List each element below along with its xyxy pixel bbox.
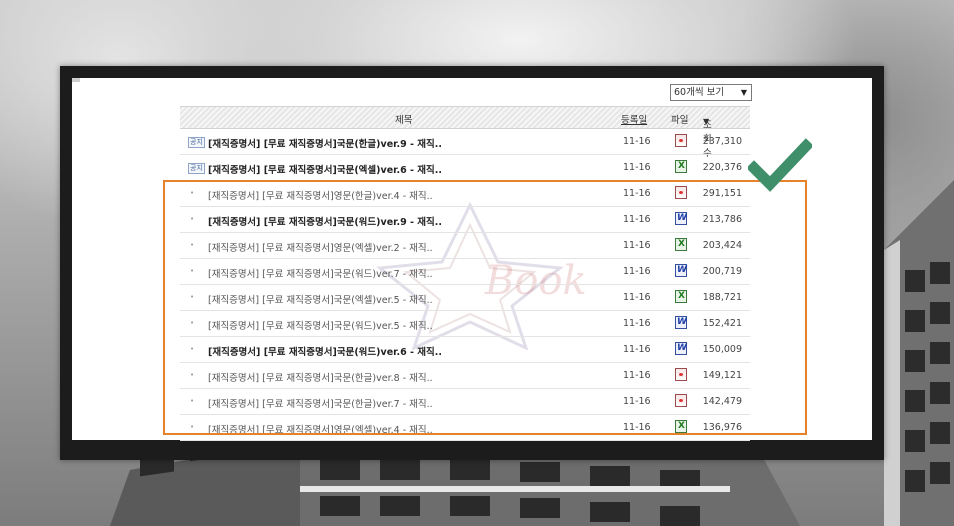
post-title-link[interactable]: [재직증명서] [무료 재직증명서]국문(워드)ver.5 - 재직.. [208, 318, 608, 332]
per-page-select[interactable]: 60개씩 보기 ▼ [670, 84, 752, 101]
file-cell[interactable] [675, 238, 687, 251]
post-date: 11-16 [623, 240, 651, 251]
file-cell[interactable] [675, 394, 687, 407]
notice-badge: 공지 [188, 137, 205, 148]
notice-badge-wrap: 공지 [188, 162, 205, 174]
table-row[interactable]: 공지 [재직증명서] [무료 재직증명서]국문(엑셀)ver.6 - 재직.. 11… [180, 155, 750, 181]
post-date: 11-16 [623, 162, 651, 173]
hwp-file-icon [675, 394, 687, 407]
post-date: 11-16 [623, 136, 651, 147]
post-title-link[interactable]: [재직증명서] [무료 재직증명서]영문(엑셀)ver.2 - 재직.. [208, 240, 608, 254]
post-date: 11-16 [623, 292, 651, 303]
doc-file-icon [675, 316, 687, 329]
table-header: 제목 등록일 파일 조회수 ▼ [180, 106, 750, 159]
chevron-down-icon: ▼ [740, 88, 747, 97]
post-title-link[interactable]: [재직증명서] [무료 재직증명서]영문(엑셀)ver.4 - 재직.. [208, 422, 608, 436]
table-row[interactable]: • [재직증명서] [무료 재직증명서]국문(한글)ver.7 - 재직.. 11-… [180, 389, 750, 415]
xls-file-icon [675, 420, 687, 433]
post-title-link[interactable]: [재직증명서] [무료 재직증명서]국문(워드)ver.7 - 재직.. [208, 266, 608, 280]
sort-down-icon: ▼ [703, 117, 710, 126]
post-views: 220,376 [702, 162, 742, 173]
post-title-link[interactable]: [재직증명서] [무료 재직증명서]국문(한글)ver.7 - 재직.. [208, 396, 608, 410]
bullet-icon: • [190, 371, 195, 379]
xls-file-icon [675, 160, 687, 173]
file-cell[interactable] [675, 368, 687, 381]
post-date: 11-16 [623, 318, 651, 329]
post-views: 213,786 [702, 214, 742, 225]
table-row[interactable]: • [재직증명서] [무료 재직증명서]영문(엑셀)ver.2 - 재직.. 11-… [180, 233, 750, 259]
post-views: 291,151 [702, 188, 742, 199]
post-views: 237,310 [702, 136, 742, 147]
table-row[interactable]: • [재직증명서] [무료 재직증명서]국문(워드)ver.6 - 재직.. 11-… [180, 337, 750, 363]
hwp-file-icon [675, 134, 687, 147]
file-cell[interactable] [675, 316, 687, 329]
post-views: 200,719 [702, 266, 742, 277]
table-row[interactable]: • [재직증명서] [무료 재직증명서]국문(워드)ver.5 - 재직.. 11-… [180, 311, 750, 337]
post-title-link[interactable]: [재직증명서] [무료 재직증명서]국문(워드)ver.9 - 재직.. [208, 214, 608, 228]
table-row[interactable]: • [재직증명서] [무료 재직증명서]영문(한글)ver.4 - 재직.. 11-… [180, 181, 750, 207]
post-title-link[interactable]: [재직증명서] [무료 재직증명서]국문(한글)ver.8 - 재직.. [208, 370, 608, 384]
bullet-icon: • [190, 215, 195, 223]
doc-file-icon [675, 342, 687, 355]
bullet-icon: • [190, 319, 195, 327]
table-row[interactable]: • [재직증명서] [무료 재직증명서]국문(한글)ver.8 - 재직.. 11-… [180, 363, 750, 389]
post-views: 142,479 [702, 396, 742, 407]
file-cell[interactable] [675, 290, 687, 303]
post-views: 149,121 [702, 370, 742, 381]
bullet-icon: • [190, 293, 195, 301]
file-cell[interactable] [675, 134, 687, 147]
notice-badge-wrap: 공지 [188, 136, 205, 148]
table-row[interactable]: • [재직증명서] [무료 재직증명서]국문(워드)ver.7 - 재직.. 11-… [180, 259, 750, 285]
post-title-link[interactable]: [재직증명서] [무료 재직증명서]국문(엑셀)ver.5 - 재직.. [208, 292, 608, 306]
post-title-link[interactable]: [재직증명서] [무료 재직증명서]국문(엑셀)ver.6 - 재직.. [208, 162, 608, 176]
post-date: 11-16 [623, 214, 651, 225]
post-date: 11-16 [623, 188, 651, 199]
hwp-file-icon [675, 368, 687, 381]
table-row[interactable]: • [재직증명서] [무료 재직증명서]국문(워드)ver.9 - 재직.. 11-… [180, 207, 750, 233]
header-file: 파일 [671, 115, 689, 126]
bullet-icon: • [190, 345, 195, 353]
post-date: 11-16 [623, 396, 651, 407]
check-mark-icon [748, 138, 812, 192]
post-views: 152,421 [702, 318, 742, 329]
post-views: 136,976 [702, 422, 742, 433]
post-views: 203,424 [702, 240, 742, 251]
bullet-icon: • [190, 189, 195, 197]
file-cell[interactable] [675, 186, 687, 199]
per-page-label: 60개씩 보기 [674, 87, 725, 98]
table-row[interactable]: • [재직증명서] [무료 재직증명서]영문(엑셀)ver.4 - 재직.. 11-… [180, 415, 750, 441]
xls-file-icon [675, 238, 687, 251]
post-date: 11-16 [623, 344, 651, 355]
board-table: 제목 등록일 파일 조회수 ▼ 공지 [재직증명서] [무료 재직증명서]국문(한글… [180, 106, 750, 441]
post-date: 11-16 [623, 370, 651, 381]
doc-file-icon [675, 264, 687, 277]
post-title-link[interactable]: [재직증명서] [무료 재직증명서]국문(한글)ver.9 - 재직.. [208, 136, 608, 150]
notice-badge: 공지 [188, 163, 205, 174]
file-cell[interactable] [675, 160, 687, 173]
post-title-link[interactable]: [재직증명서] [무료 재직증명서]영문(한글)ver.4 - 재직.. [208, 188, 608, 202]
header-date-sort-link[interactable]: 등록일 [621, 112, 647, 126]
file-cell[interactable] [675, 264, 687, 277]
xls-file-icon [675, 290, 687, 303]
hwp-file-icon [675, 186, 687, 199]
corner-mark [72, 78, 80, 82]
header-title: 제목 [395, 115, 413, 126]
doc-file-icon [675, 212, 687, 225]
file-cell[interactable] [675, 212, 687, 225]
post-date: 11-16 [623, 266, 651, 277]
bullet-icon: • [190, 241, 195, 249]
bullet-icon: • [190, 423, 195, 431]
post-date: 11-16 [623, 422, 651, 433]
post-views: 188,721 [702, 292, 742, 303]
bullet-icon: • [190, 397, 195, 405]
file-cell[interactable] [675, 342, 687, 355]
table-row[interactable]: 공지 [재직증명서] [무료 재직증명서]국문(한글)ver.9 - 재직.. 11… [180, 129, 750, 155]
table-row[interactable]: • [재직증명서] [무료 재직증명서]국문(엑셀)ver.5 - 재직.. 11-… [180, 285, 750, 311]
file-cell[interactable] [675, 420, 687, 433]
bullet-icon: • [190, 267, 195, 275]
post-views: 150,009 [702, 344, 742, 355]
table-body: 공지 [재직증명서] [무료 재직증명서]국문(한글)ver.9 - 재직.. 11… [180, 129, 750, 441]
post-title-link[interactable]: [재직증명서] [무료 재직증명서]국문(워드)ver.6 - 재직.. [208, 344, 608, 358]
